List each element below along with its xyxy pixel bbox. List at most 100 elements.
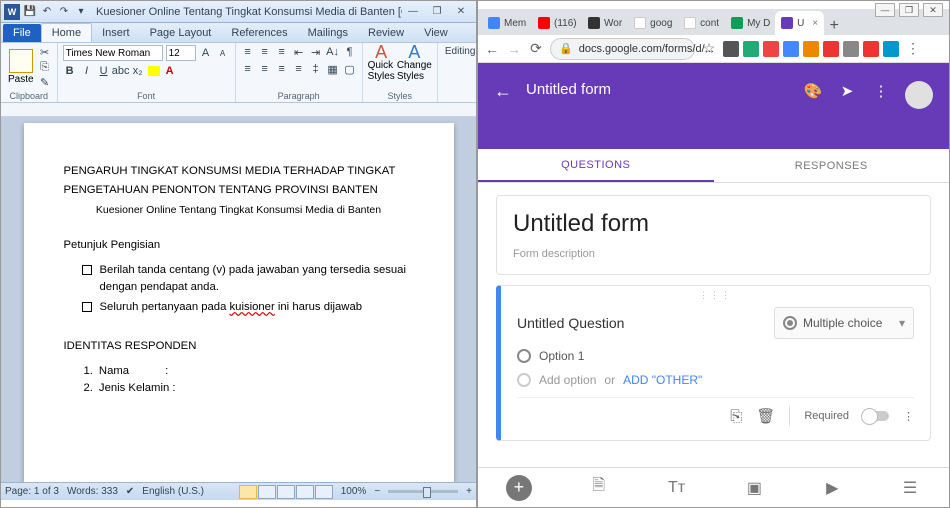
zoom-in-icon[interactable]: + (466, 486, 472, 497)
document-page[interactable]: PENGARUH TINGKAT KONSUMSI MEDIA TERHADAP… (24, 123, 454, 482)
numbering-icon[interactable]: ≡ (258, 45, 272, 59)
extension-icon[interactable] (883, 41, 899, 57)
font-size-select[interactable] (166, 45, 196, 61)
more-icon[interactable]: ⋮ (903, 410, 914, 423)
maximize-icon[interactable]: ❐ (899, 3, 919, 17)
subscript-icon[interactable]: x₂ (131, 64, 145, 78)
tab-responses[interactable]: RESPONSES (714, 149, 950, 182)
option-label[interactable]: Option 1 (539, 349, 584, 363)
extension-icon[interactable] (843, 41, 859, 57)
more-icon[interactable]: ⋮ (871, 81, 891, 101)
language-indicator[interactable]: English (U.S.) (142, 486, 204, 497)
borders-icon[interactable]: ▢ (343, 62, 357, 76)
align-left-icon[interactable]: ≡ (241, 62, 255, 76)
maximize-icon[interactable]: ❐ (426, 4, 448, 20)
minimize-icon[interactable]: ― (875, 3, 895, 17)
add-video-icon[interactable]: ▶ (821, 477, 843, 499)
grow-font-icon[interactable]: A (199, 46, 213, 60)
save-icon[interactable]: 💾 (23, 5, 37, 19)
back-icon[interactable]: ← (484, 41, 500, 57)
paste-button[interactable]: Paste (6, 47, 36, 87)
add-option-text[interactable]: Add option (539, 373, 596, 387)
tab-home[interactable]: Home (41, 23, 92, 42)
extension-icon[interactable] (863, 41, 879, 57)
zoom-out-icon[interactable]: − (374, 486, 380, 497)
avatar[interactable] (905, 81, 933, 109)
new-tab-button[interactable]: + (824, 17, 844, 35)
redo-icon[interactable]: ↷ (57, 5, 71, 19)
tab-close-icon[interactable]: × (812, 18, 818, 29)
form-description-input[interactable]: Form description (513, 248, 914, 260)
extension-icon[interactable] (823, 41, 839, 57)
minimize-icon[interactable]: ― (402, 4, 424, 20)
print-layout-view[interactable] (239, 485, 257, 499)
zoom-level[interactable]: 100% (341, 486, 367, 497)
indent-right-icon[interactable]: ⇥ (309, 45, 323, 59)
web-layout-view[interactable] (277, 485, 295, 499)
extension-icon[interactable] (783, 41, 799, 57)
add-image-icon[interactable]: ▣ (743, 477, 765, 499)
close-icon[interactable]: ✕ (923, 3, 943, 17)
browser-tab[interactable]: goog (628, 11, 678, 35)
tab-references[interactable]: References (221, 24, 297, 42)
add-option-row[interactable]: Add option or ADD "OTHER" (517, 373, 914, 387)
draft-view[interactable] (315, 485, 333, 499)
outline-view[interactable] (296, 485, 314, 499)
justify-icon[interactable]: ≡ (292, 62, 306, 76)
line-spacing-icon[interactable]: ‡ (309, 62, 323, 76)
font-color-icon[interactable]: A (163, 64, 177, 78)
tab-insert[interactable]: Insert (92, 24, 140, 42)
drag-handle-icon[interactable]: ⋮⋮⋮ (517, 290, 914, 301)
align-center-icon[interactable]: ≡ (258, 62, 272, 76)
option-row[interactable]: Option 1 (517, 349, 914, 363)
multilevel-icon[interactable]: ≡ (275, 45, 289, 59)
font-name-select[interactable] (63, 45, 163, 61)
document-area[interactable]: PENGARUH TINGKAT KONSUMSI MEDIA TERHADAP… (1, 117, 476, 482)
extension-icon[interactable] (743, 41, 759, 57)
extension-icon[interactable] (803, 41, 819, 57)
menu-icon[interactable]: ⋮ (905, 41, 921, 57)
tab-review[interactable]: Review (358, 24, 414, 42)
highlight-icon[interactable] (148, 66, 160, 76)
form-title-card[interactable]: Untitled form Form description (496, 195, 931, 275)
bold-icon[interactable]: B (63, 64, 77, 78)
editing-button[interactable]: Editing (443, 45, 478, 58)
zoom-slider[interactable] (388, 490, 458, 493)
add-section-icon[interactable]: ☰ (899, 477, 921, 499)
reload-icon[interactable]: ⟳ (528, 41, 544, 57)
add-other-link[interactable]: ADD "OTHER" (623, 373, 702, 387)
change-styles-icon[interactable]: A (407, 45, 421, 59)
shrink-font-icon[interactable]: A (216, 46, 230, 60)
shading-icon[interactable]: ▦ (326, 62, 340, 76)
required-toggle[interactable] (863, 411, 889, 421)
tab-questions[interactable]: QUESTIONS (478, 149, 714, 182)
question-title-input[interactable]: Untitled Question (517, 315, 764, 331)
show-marks-icon[interactable]: ¶ (343, 45, 357, 59)
underline-icon[interactable]: U (97, 64, 111, 78)
palette-icon[interactable]: 🎨 (803, 81, 823, 101)
extension-icon[interactable] (763, 41, 779, 57)
sort-icon[interactable]: A↓ (326, 45, 340, 59)
align-right-icon[interactable]: ≡ (275, 62, 289, 76)
delete-icon[interactable]: 🗑 (756, 407, 775, 425)
browser-tab[interactable]: Mem (482, 11, 532, 35)
question-type-select[interactable]: Multiple choice ▾ (774, 307, 914, 339)
add-question-button[interactable]: + (506, 475, 532, 501)
bullets-icon[interactable]: ≡ (241, 45, 255, 59)
word-count[interactable]: Words: 333 (67, 486, 118, 497)
tab-page-layout[interactable]: Page Layout (140, 24, 222, 42)
page-indicator[interactable]: Page: 1 of 3 (5, 486, 59, 497)
tab-file[interactable]: File (3, 24, 41, 42)
browser-tab[interactable]: cont (678, 11, 725, 35)
tab-mailings[interactable]: Mailings (298, 24, 358, 42)
spell-check-icon[interactable]: ✔ (126, 486, 134, 497)
undo-icon[interactable]: ↶ (40, 5, 54, 19)
add-title-icon[interactable]: 🗎 (588, 477, 610, 499)
browser-tab-active[interactable]: U× (775, 11, 824, 35)
forward-icon[interactable]: → (506, 41, 522, 57)
close-icon[interactable]: ✕ (450, 4, 472, 20)
strike-icon[interactable]: abc (114, 64, 128, 78)
full-screen-view[interactable] (258, 485, 276, 499)
question-card[interactable]: ⋮⋮⋮ Untitled Question Multiple choice ▾ … (496, 285, 931, 441)
tab-view[interactable]: View (414, 24, 458, 42)
